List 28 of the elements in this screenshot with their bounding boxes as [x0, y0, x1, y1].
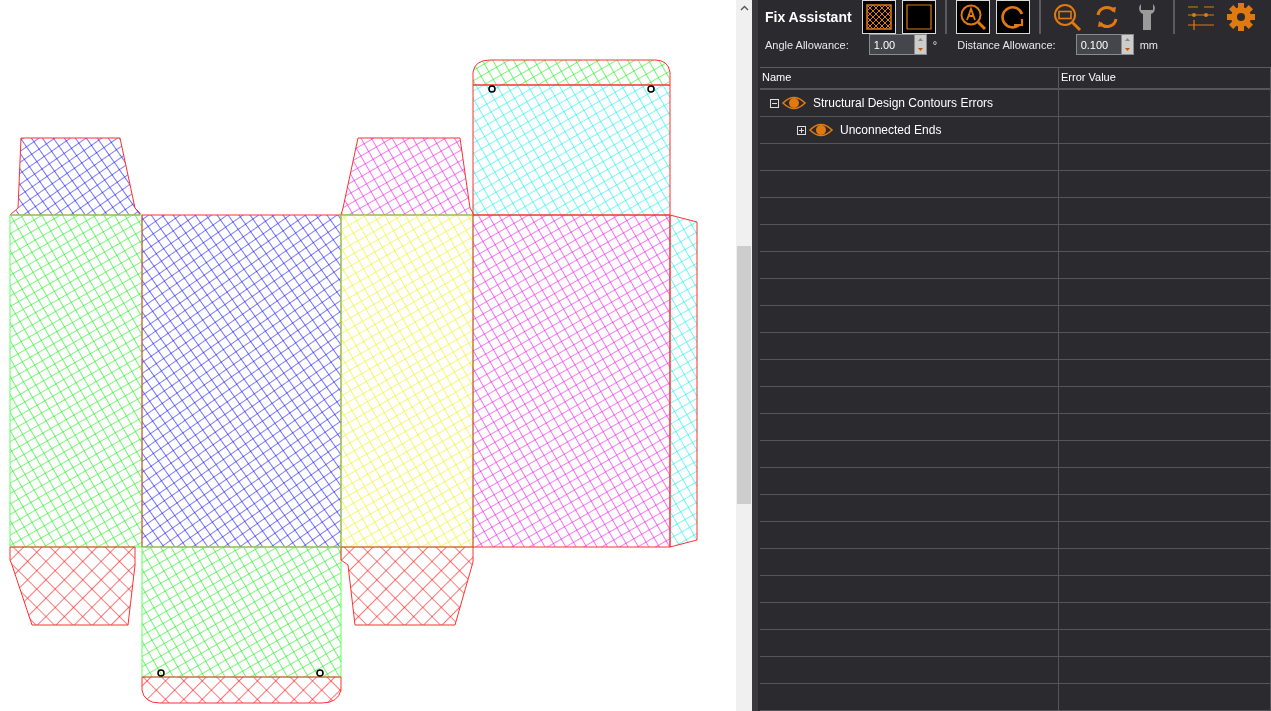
hatch-fill-button[interactable] — [861, 0, 896, 34]
crosshatch-icon — [865, 4, 892, 30]
scroll-up-icon[interactable] — [739, 5, 749, 11]
auto-zoom-button[interactable] — [955, 0, 990, 34]
unit-label: mm — [1139, 38, 1158, 51]
allowance-input[interactable]: 1.00 — [868, 34, 914, 55]
down-arrow-icon[interactable] — [917, 47, 923, 51]
down-arrow-icon[interactable] — [1124, 47, 1130, 51]
panel-title: Fix Assistant — [765, 9, 852, 25]
allowance-label: Distance Allowance: — [957, 38, 1056, 51]
column-header[interactable]: Name — [760, 68, 1059, 88]
eye-icon[interactable] — [809, 122, 833, 138]
scrollbar-thumb[interactable] — [737, 246, 751, 504]
magnifier-letter-icon — [958, 3, 987, 31]
tree-item-label[interactable]: Unconnected Ends — [840, 123, 942, 137]
allowance-input[interactable]: 0.100 — [1075, 34, 1121, 55]
collapse-icon[interactable] — [770, 98, 779, 108]
column-header[interactable]: Error Value — [1059, 68, 1271, 88]
allowance-label: Angle Allowance: — [765, 38, 849, 51]
wrench-icon — [1136, 2, 1157, 32]
eye-icon[interactable] — [782, 95, 806, 111]
outline-button[interactable] — [901, 0, 936, 34]
expand-icon[interactable] — [797, 125, 806, 135]
square-icon — [905, 4, 932, 30]
tree-item-label[interactable]: Structural Design Contours Errors — [813, 96, 994, 110]
zoom-icon — [1051, 2, 1082, 32]
unit-label: ° — [932, 38, 938, 51]
rotate-button[interactable] — [995, 0, 1030, 34]
